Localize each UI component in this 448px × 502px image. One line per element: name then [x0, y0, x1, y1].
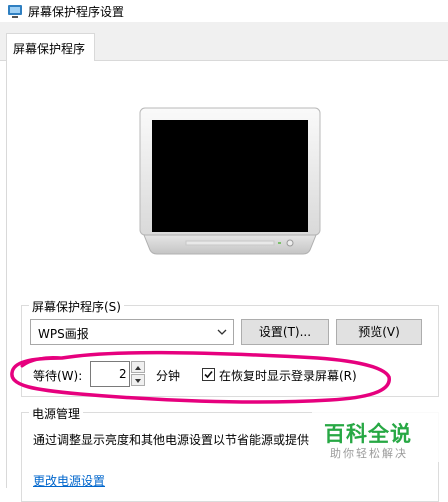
panel-border [6, 60, 7, 488]
watermark: 百科全说 助你轻松解决 [312, 412, 440, 462]
tab-label: 屏幕保护程序 [13, 42, 86, 56]
watermark-sub: 助你轻松解决 [330, 447, 408, 460]
tab-screensaver[interactable]: 屏幕保护程序 [6, 33, 95, 61]
minutes-label: 分钟 [156, 369, 181, 383]
change-power-settings-link[interactable]: 更改电源设置 [33, 472, 105, 489]
watermark-main: 百科全说 [324, 422, 412, 446]
title-bar: 屏幕保护程序设置 [0, 0, 448, 22]
spin-up-icon [135, 366, 141, 370]
screensaver-group-label: 屏幕保护程序(S) [29, 298, 124, 315]
wait-minutes-value: 2 [119, 367, 127, 381]
resume-logon-checkbox[interactable] [202, 368, 215, 381]
spin-up-button[interactable] [131, 361, 145, 373]
power-description: 通过调整显示亮度和其他电源设置以节省能源或提供 [33, 433, 310, 447]
wait-label: 等待(W): [33, 369, 83, 383]
power-group-label: 电源管理 [29, 405, 84, 422]
wait-minutes-input[interactable]: 2 [90, 361, 130, 387]
screensaver-select-value: WPS画报 [38, 327, 89, 341]
chevron-down-icon [217, 329, 227, 335]
settings-button[interactable]: 设置(T)... [241, 319, 329, 345]
spin-down-icon [135, 379, 141, 383]
monitor-preview [139, 107, 321, 255]
spin-down-button[interactable] [131, 374, 145, 386]
screensaver-select[interactable]: WPS画报 [30, 319, 234, 345]
window-title: 屏幕保护程序设置 [28, 5, 125, 19]
checkmark-icon [204, 370, 213, 379]
preview-button[interactable]: 预览(V) [336, 319, 422, 345]
resume-logon-label[interactable]: 在恢复时显示登录屏幕(R) [219, 367, 357, 384]
screensaver-app-icon [8, 5, 22, 18]
